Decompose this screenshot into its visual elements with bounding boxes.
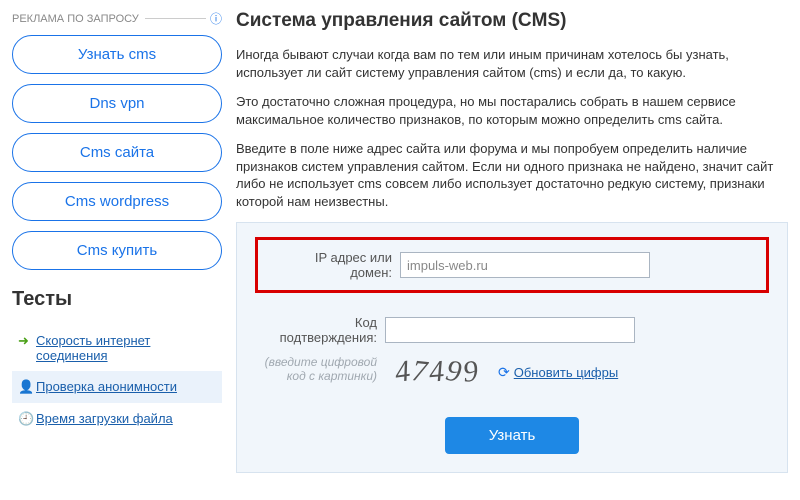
ad-link-3[interactable]: Cms wordpress <box>12 182 222 221</box>
divider <box>145 18 206 19</box>
ads-header: РЕКЛАМА ПО ЗАПРОСУ ⓘ <box>12 10 222 27</box>
refresh-icon: ⟳ <box>498 364 510 381</box>
ads-header-text: РЕКЛАМА ПО ЗАПРОСУ <box>12 13 139 25</box>
test-file-load[interactable]: 🕘 Время загрузки файла <box>12 403 222 435</box>
ip-label: IP адрес или домен: <box>270 250 400 280</box>
cms-form: IP адрес или домен: Код подтверждения: (… <box>236 222 788 473</box>
code-input[interactable] <box>385 317 635 343</box>
intro-p2: Это достаточно сложная процедура, но мы … <box>236 93 788 128</box>
ip-row-highlight: IP адрес или домен: <box>255 237 769 293</box>
code-label: Код подтверждения: <box>255 315 385 345</box>
page-title: Система управления сайтом (CMS) <box>236 10 788 32</box>
refresh-link[interactable]: Обновить цифры <box>514 365 618 380</box>
tests-heading: Тесты <box>12 288 222 311</box>
ad-link-4[interactable]: Cms купить <box>12 231 222 270</box>
intro-p1: Иногда бывают случаи когда вам по тем ил… <box>236 46 788 81</box>
code-row: Код подтверждения: <box>255 315 769 345</box>
refresh-captcha[interactable]: ⟳ Обновить цифры <box>498 364 618 381</box>
ad-link-0[interactable]: Узнать cms <box>12 35 222 74</box>
test-anonymity[interactable]: 👤 Проверка анонимности <box>12 371 222 403</box>
info-icon: ⓘ <box>210 10 222 27</box>
test-speed[interactable]: ➜ Скорость интернет соединения <box>12 325 222 371</box>
ip-input[interactable] <box>400 252 650 278</box>
intro-p3: Введите в поле ниже адрес сайта или фору… <box>236 140 788 210</box>
person-icon: 👤 <box>18 379 36 395</box>
captcha-hint: (введите цифровой код с картинки) <box>255 355 385 383</box>
ad-link-2[interactable]: Cms сайта <box>12 133 222 172</box>
ad-link-1[interactable]: Dns vpn <box>12 84 222 123</box>
test-file-load-link[interactable]: Время загрузки файла <box>36 411 173 426</box>
test-speed-link[interactable]: Скорость интернет соединения <box>36 333 216 363</box>
submit-button[interactable]: Узнать <box>445 417 580 454</box>
arrow-icon: ➜ <box>18 333 36 349</box>
captcha-image: 47499 <box>385 355 490 389</box>
clock-icon: 🕘 <box>18 411 36 427</box>
test-anonymity-link[interactable]: Проверка анонимности <box>36 379 177 394</box>
captcha-row: (введите цифровой код с картинки) 47499 … <box>255 355 769 389</box>
